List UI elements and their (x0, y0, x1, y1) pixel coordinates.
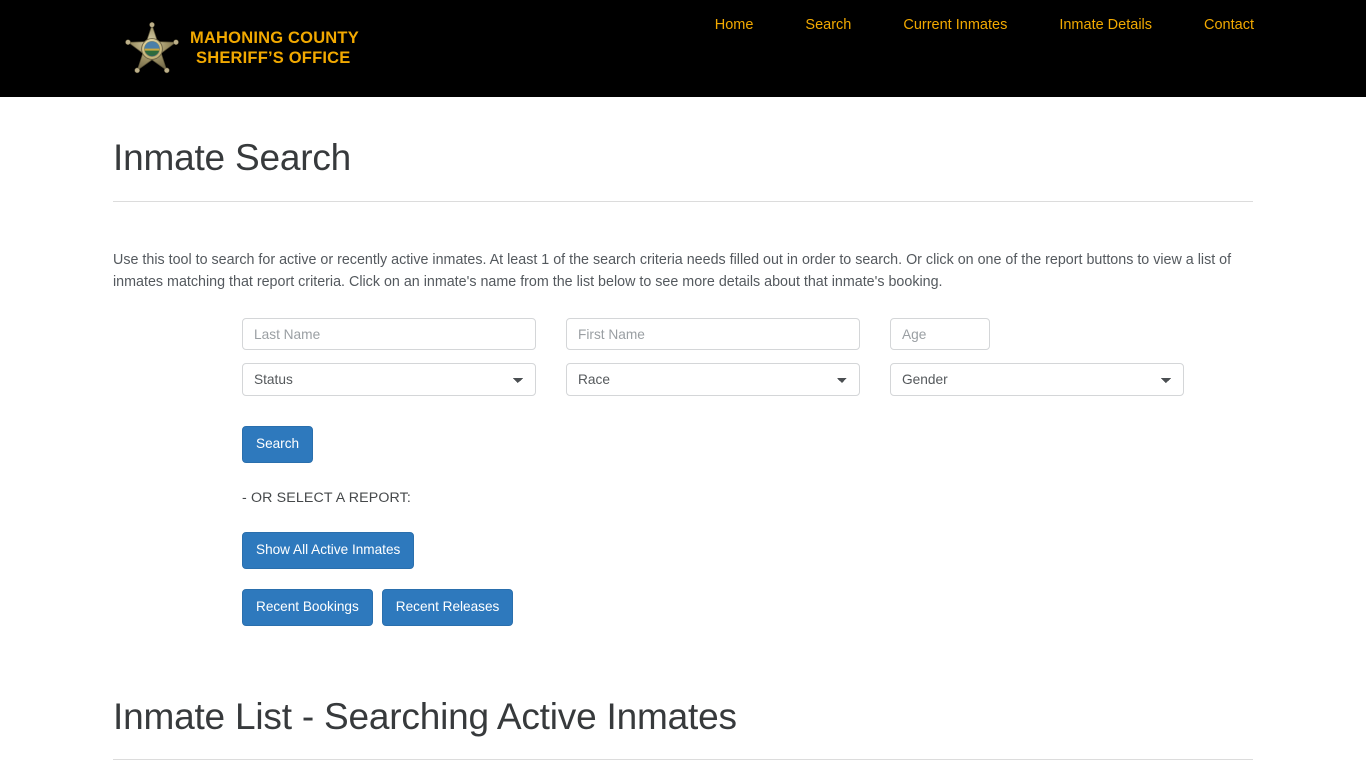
form-row-names (242, 318, 1253, 350)
gender-select[interactable]: Gender (890, 363, 1184, 396)
field-age (890, 318, 1184, 350)
field-first-name (566, 318, 860, 350)
field-last-name (242, 318, 536, 350)
nav-link-contact[interactable]: Contact (1178, 15, 1254, 35)
page-title: Inmate Search (113, 97, 1253, 179)
main-content: Inmate Search Use this tool to search fo… (98, 97, 1268, 760)
brand-line-office: SHERIFF’S OFFICE (190, 49, 359, 68)
field-status: Status (242, 363, 536, 396)
page-intro-text: Use this tool to search for active or re… (113, 202, 1253, 293)
nav-link-current-inmates[interactable]: Current Inmates (877, 15, 1033, 35)
last-name-input[interactable] (242, 318, 536, 350)
brand-line-county: MAHONING COUNTY (190, 29, 359, 48)
brand[interactable]: MAHONING COUNTY SHERIFF’S OFFICE (124, 21, 359, 77)
race-select[interactable]: Race (566, 363, 860, 396)
show-all-active-inmates-button[interactable]: Show All Active Inmates (242, 532, 414, 569)
nav-link-inmate-details[interactable]: Inmate Details (1033, 15, 1178, 35)
nav-link-home[interactable]: Home (689, 15, 780, 35)
sheriff-star-badge-icon (124, 21, 180, 77)
field-race: Race (566, 363, 860, 396)
brand-text: MAHONING COUNTY SHERIFF’S OFFICE (190, 29, 359, 68)
first-name-input[interactable] (566, 318, 860, 350)
age-input[interactable] (890, 318, 990, 350)
recent-bookings-button[interactable]: Recent Bookings (242, 589, 373, 626)
search-button[interactable]: Search (242, 426, 313, 463)
report-row-primary: Show All Active Inmates (242, 506, 1253, 569)
recent-releases-button[interactable]: Recent Releases (382, 589, 514, 626)
status-select[interactable]: Status (242, 363, 536, 396)
inmate-list-title: Inmate List - Searching Active Inmates (113, 626, 1253, 738)
site-header: MAHONING COUNTY SHERIFF’S OFFICE Home Se… (0, 0, 1366, 97)
inmate-list-divider (113, 759, 1253, 760)
inmate-search-form: Status Race Gender Search - OR SELECT A … (113, 293, 1253, 626)
nav-link-search[interactable]: Search (779, 15, 877, 35)
field-gender: Gender (890, 363, 1184, 396)
search-button-row: Search (242, 409, 1253, 463)
report-section-label: - OR SELECT A REPORT: (242, 463, 1253, 506)
main-nav: Home Search Current Inmates Inmate Detai… (689, 15, 1254, 35)
form-row-selects: Status Race Gender (242, 363, 1253, 396)
report-row-secondary: Recent Bookings Recent Releases (242, 569, 1253, 626)
